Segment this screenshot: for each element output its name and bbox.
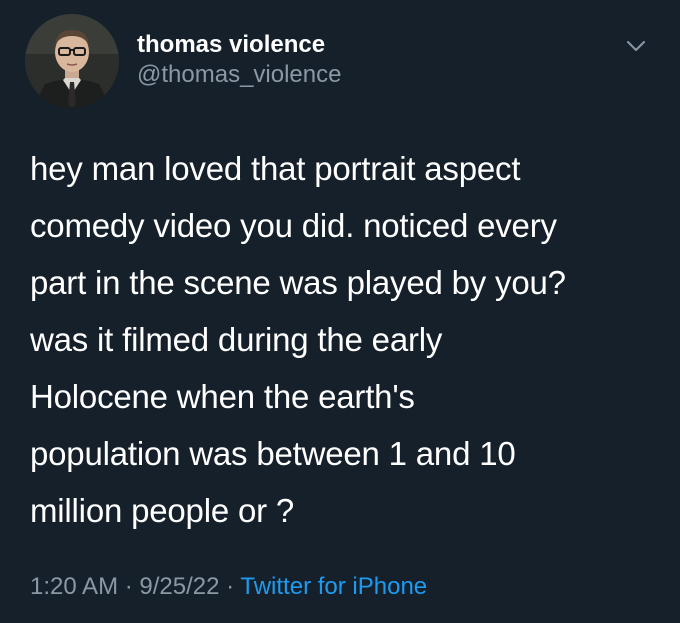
tweet-time[interactable]: 1:20 AM (30, 573, 118, 600)
tweet: thomas violence @thomas_violence hey man… (0, 0, 680, 623)
display-name[interactable]: thomas violence (137, 31, 341, 59)
chevron-down-icon (627, 41, 645, 51)
user-handle[interactable]: @thomas_violence (137, 61, 341, 89)
tweet-text-line: million people or ? (30, 492, 295, 529)
tweet-text-line: population was between 1 and 10 (30, 435, 516, 472)
tweet-text-line: part in the scene was played by you? (30, 264, 566, 301)
avatar[interactable] (25, 14, 119, 108)
separator: · (124, 573, 133, 600)
tweet-date[interactable]: 9/25/22 (139, 573, 219, 600)
tweet-text-line: Holocene when the earth's (30, 378, 415, 415)
tweet-metadata: 1:20 AM · 9/25/22 · Twitter for iPhone (30, 572, 427, 602)
profile-photo-icon (25, 14, 119, 108)
author-block[interactable]: thomas violence @thomas_violence (137, 31, 341, 89)
tweet-text-line: hey man loved that portrait aspect (30, 150, 521, 187)
separator: · (226, 573, 235, 600)
more-options-button[interactable] (624, 36, 648, 56)
tweet-text-line: was it filmed during the early (30, 321, 443, 358)
tweet-source-link[interactable]: Twitter for iPhone (240, 573, 427, 600)
tweet-text-line: comedy video you did. noticed every (30, 207, 557, 244)
tweet-text: hey man loved that portrait aspect comed… (30, 140, 660, 539)
